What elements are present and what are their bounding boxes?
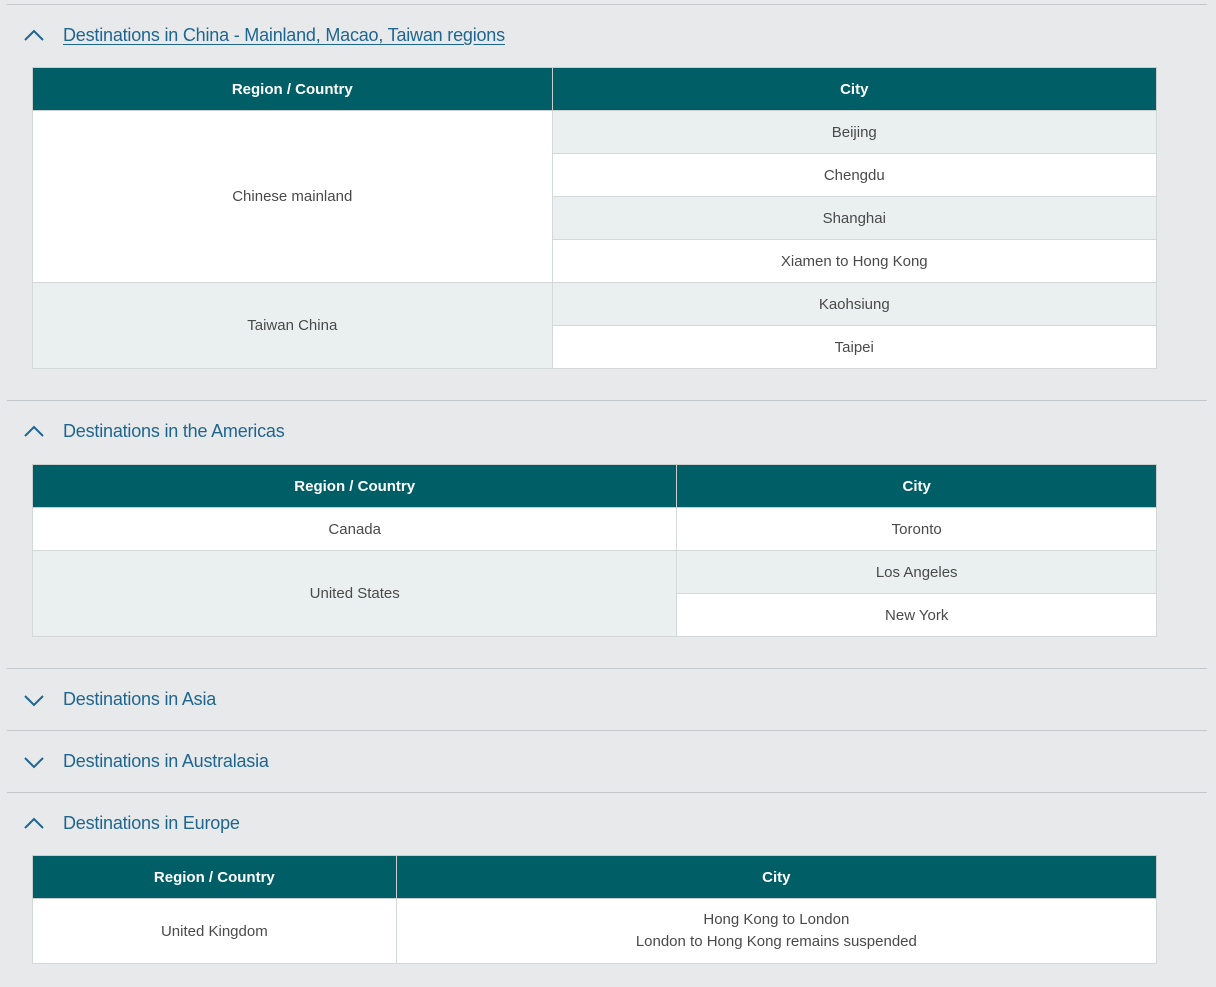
column-header-city: City — [395, 855, 1158, 899]
city-cell: Xiamen to Hong Kong — [551, 239, 1158, 283]
destinations-table-china: Region / Country City Chinese mainland B… — [32, 67, 1158, 369]
city-cell: Los Angeles — [676, 550, 1157, 594]
accordion-title[interactable]: Destinations in Asia — [63, 689, 216, 710]
chevron-up-icon[interactable] — [22, 420, 46, 444]
city-cell: Toronto — [676, 507, 1157, 551]
accordion-header-americas[interactable]: Destinations in the Americas — [7, 401, 1207, 462]
city-cell: Hong Kong to London London to Hong Kong … — [395, 898, 1158, 964]
city-cell: Kaohsiung — [551, 282, 1158, 326]
accordion-header-australasia[interactable]: Destinations in Australasia — [7, 731, 1207, 792]
accordion-title[interactable]: Destinations in Europe — [63, 813, 240, 834]
table-header-row: Region / Country City — [31, 464, 1157, 508]
chevron-down-icon[interactable] — [22, 688, 46, 712]
column-header-city: City — [551, 67, 1158, 111]
table-row: Chinese mainland Beijing — [32, 110, 1158, 283]
column-header-city: City — [676, 464, 1157, 508]
accordion-header-europe[interactable]: Destinations in Europe — [7, 793, 1207, 854]
region-cell: Canada — [31, 507, 678, 551]
column-header-region: Region / Country — [32, 67, 553, 111]
city-line: London to Hong Kong remains suspended — [635, 933, 917, 950]
table-row: United States Los Angeles — [31, 550, 1157, 637]
column-header-region: Region / Country — [32, 855, 397, 899]
city-cell: Taipei — [551, 325, 1158, 369]
chevron-down-icon[interactable] — [22, 750, 46, 774]
region-cell: Taiwan China — [32, 282, 553, 369]
accordion-header-china[interactable]: Destinations in China - Mainland, Macao,… — [7, 5, 1207, 66]
chevron-up-icon[interactable] — [22, 24, 46, 48]
region-cell: United Kingdom — [32, 898, 397, 964]
accordion-title[interactable]: Destinations in Australasia — [63, 751, 269, 772]
table-row: Canada Toronto — [31, 507, 1157, 551]
destinations-table-europe: Region / Country City United Kingdom Hon… — [32, 855, 1158, 964]
city-line: Hong Kong to London — [703, 911, 850, 928]
accordion-section-americas: Destinations in the Americas Region / Co… — [7, 400, 1207, 669]
chevron-up-icon[interactable] — [22, 812, 46, 836]
accordion-section-europe: Destinations in Europe Region / Country … — [7, 792, 1207, 987]
city-cell: New York — [676, 593, 1157, 637]
accordion-title[interactable]: Destinations in China - Mainland, Macao,… — [63, 25, 505, 46]
region-cell: United States — [31, 550, 678, 637]
table-row: Taiwan China Kaohsiung — [32, 282, 1158, 369]
table-header-row: Region / Country City — [32, 67, 1158, 111]
accordion-section-china: Destinations in China - Mainland, Macao,… — [7, 4, 1207, 401]
city-cell: Shanghai — [551, 196, 1158, 240]
city-cell: Beijing — [551, 110, 1158, 154]
destinations-table-americas: Region / Country City Canada Toronto Uni… — [31, 464, 1157, 637]
accordion-section-asia: Destinations in Asia — [7, 668, 1207, 731]
accordion-header-asia[interactable]: Destinations in Asia — [7, 669, 1207, 730]
city-cell: Chengdu — [551, 153, 1158, 197]
accordion-title[interactable]: Destinations in the Americas — [63, 421, 285, 442]
table-header-row: Region / Country City — [32, 855, 1158, 899]
region-cell: Chinese mainland — [32, 110, 553, 283]
table-row: United Kingdom Hong Kong to London Londo… — [32, 898, 1158, 964]
column-header-region: Region / Country — [31, 464, 678, 508]
accordion-section-australasia: Destinations in Australasia — [7, 730, 1207, 793]
